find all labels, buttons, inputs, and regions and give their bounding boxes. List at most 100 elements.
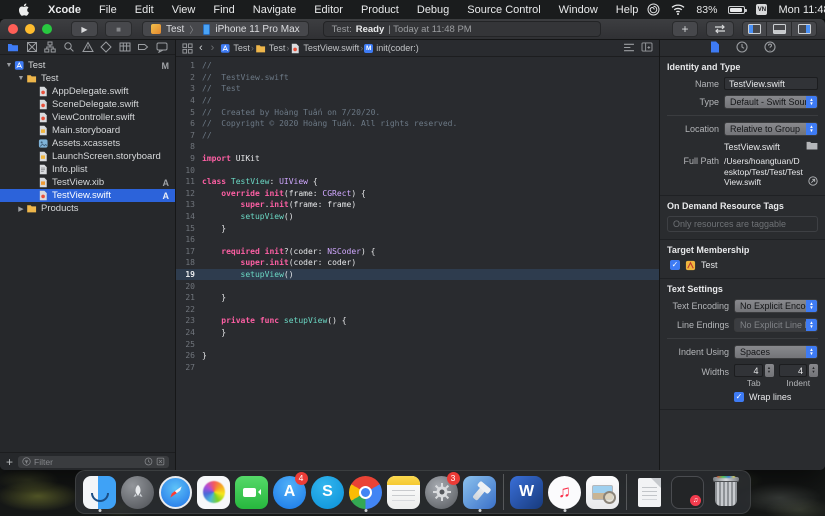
dock-launchpad[interactable] [119, 472, 157, 512]
stop-button[interactable]: ■ [105, 21, 132, 37]
apple-menu-icon[interactable] [10, 3, 39, 16]
scheme-selector[interactable]: Test 〉 iPhone 11 Pro Max [142, 21, 309, 37]
dock-xcode[interactable] [461, 472, 499, 512]
file-row-test[interactable]: ▼TestM [0, 59, 175, 72]
back-button[interactable]: ‹ [197, 42, 205, 54]
file-row-launchscreen-storyboard[interactable]: LaunchScreen.storyboard [0, 150, 175, 163]
quick-help-inspector-tab[interactable] [764, 41, 776, 55]
menu-item-editor[interactable]: Editor [305, 4, 352, 16]
dock-safari[interactable] [157, 472, 195, 512]
breadcrumb-item-init-coder[interactable]: Minit(coder:) [364, 43, 419, 53]
target-checkbox[interactable]: ✓ [670, 260, 680, 270]
toggle-navigator-button[interactable] [742, 21, 767, 37]
dock-photos[interactable] [195, 472, 233, 512]
menu-extra-swirl-icon[interactable] [647, 3, 660, 16]
add-file-button[interactable]: + [6, 455, 13, 469]
menu-item-window[interactable]: Window [550, 4, 607, 16]
wrap-lines-checkbox[interactable]: ✓ [734, 392, 744, 402]
file-inspector-tab[interactable] [710, 41, 720, 55]
menu-clock[interactable]: Mon 11:48 PM [778, 4, 825, 16]
menu-item-file[interactable]: File [90, 4, 126, 16]
dock-word[interactable]: W [508, 472, 546, 512]
dock-skype[interactable]: S [309, 472, 347, 512]
disclosure-triangle[interactable]: ▼ [4, 62, 14, 69]
file-row-viewcontroller-swift[interactable]: ViewController.swift [0, 111, 175, 124]
navigator-tab-symbols[interactable] [42, 41, 59, 54]
indent-width-stepper[interactable]: 4▲▼ [779, 364, 819, 377]
breadcrumb-item-test[interactable]: Test [220, 43, 250, 54]
name-field[interactable]: TestView.swift [724, 77, 818, 90]
breadcrumb-item-testview-swift[interactable]: TestView.swift [290, 43, 359, 54]
menu-item-view[interactable]: View [163, 4, 205, 16]
dock-sysprefs[interactable]: 3 [423, 472, 461, 512]
source-control-status-icon[interactable] [156, 457, 165, 466]
adjust-editor-icon[interactable] [623, 43, 635, 54]
navigator-tab-find[interactable] [61, 41, 78, 54]
menu-item-xcode[interactable]: Xcode [39, 4, 90, 16]
choose-location-folder-icon[interactable] [806, 141, 818, 152]
file-row-test[interactable]: ▼Test [0, 72, 175, 85]
source-code-editor[interactable]: 1//2// TestView.swift3// Test4//5// Crea… [176, 57, 659, 470]
minimize-window-button[interactable] [25, 24, 35, 34]
run-button[interactable]: ▶ [71, 21, 98, 37]
wifi-icon[interactable] [671, 4, 685, 15]
dock-facetime[interactable] [233, 472, 271, 512]
navigator-tab-debug[interactable] [116, 41, 133, 54]
dock-finder[interactable] [81, 472, 119, 512]
menu-item-debug[interactable]: Debug [408, 4, 458, 16]
navigator-tab-issues[interactable] [79, 41, 96, 54]
indent-using-popup[interactable]: Spaces▲▼ [734, 345, 818, 359]
navigator-tab-breakpoints[interactable] [135, 41, 152, 54]
file-row-info-plist[interactable]: Info.plist [0, 163, 175, 176]
dock-notes[interactable] [385, 472, 423, 512]
battery-icon[interactable] [728, 6, 745, 14]
add-editor-icon[interactable] [641, 42, 653, 54]
file-row-appdelegate-swift[interactable]: AppDelegate.swift [0, 85, 175, 98]
menu-item-help[interactable]: Help [607, 4, 648, 16]
file-row-assets-xcassets[interactable]: Assets.xcassets [0, 137, 175, 150]
menu-item-source-control[interactable]: Source Control [458, 4, 549, 16]
text-encoding-popup[interactable]: No Explicit Encoding▲▼ [734, 299, 818, 313]
editor-options-button[interactable] [706, 21, 734, 37]
navigator-tab-project[interactable] [5, 41, 22, 54]
related-items-icon[interactable] [182, 43, 193, 54]
file-row-testview-xib[interactable]: TestView.xibA [0, 176, 175, 189]
dock-downloads[interactable]: ♫ [669, 472, 707, 512]
disclosure-triangle[interactable]: ▼ [16, 75, 26, 82]
resource-tags-field[interactable]: Only resources are taggable [667, 216, 818, 232]
navigator-tab-source-control[interactable] [24, 41, 41, 54]
dock-documents[interactable] [631, 472, 669, 512]
menu-item-find[interactable]: Find [204, 4, 243, 16]
dock-chrome[interactable] [347, 472, 385, 512]
menu-item-navigate[interactable]: Navigate [244, 4, 305, 16]
toggle-debug-area-button[interactable] [767, 21, 792, 37]
dock-preview[interactable] [584, 472, 622, 512]
tab-width-stepper[interactable]: 4▲▼ [734, 364, 774, 377]
input-source-icon[interactable]: VN [756, 4, 767, 15]
navigator-tab-reports[interactable] [154, 41, 171, 54]
recent-files-icon[interactable] [144, 457, 153, 466]
dock-appstore[interactable]: A4 [271, 472, 309, 512]
file-row-products[interactable]: ▶Products [0, 202, 175, 215]
open-in-finder-icon[interactable] [808, 176, 818, 188]
target-membership-row[interactable]: ✓ Test [667, 260, 818, 271]
dock-music[interactable]: ♫ [546, 472, 584, 512]
menu-item-product[interactable]: Product [352, 4, 408, 16]
type-popup[interactable]: Default - Swift Source▲▼ [724, 95, 818, 109]
file-row-main-storyboard[interactable]: Main.storyboard [0, 124, 175, 137]
line-endings-popup[interactable]: No Explicit Line Endings▲▼ [734, 318, 818, 332]
dock-trash[interactable] [707, 472, 745, 512]
filter-field[interactable]: Filter [18, 456, 169, 468]
breadcrumb-item-test[interactable]: Test [255, 43, 286, 54]
file-row-testview-swift[interactable]: TestView.swiftA [0, 189, 175, 202]
file-row-scenedelegate-swift[interactable]: SceneDelegate.swift [0, 98, 175, 111]
history-inspector-tab[interactable] [736, 41, 748, 55]
close-window-button[interactable] [8, 24, 18, 34]
zoom-window-button[interactable] [42, 24, 52, 34]
menu-item-edit[interactable]: Edit [126, 4, 163, 16]
disclosure-triangle[interactable]: ▶ [16, 205, 26, 213]
toggle-inspector-button[interactable] [792, 21, 817, 37]
navigator-tab-tests[interactable] [98, 41, 115, 54]
library-add-button[interactable]: + [672, 21, 698, 37]
location-popup[interactable]: Relative to Group▲▼ [724, 122, 818, 136]
